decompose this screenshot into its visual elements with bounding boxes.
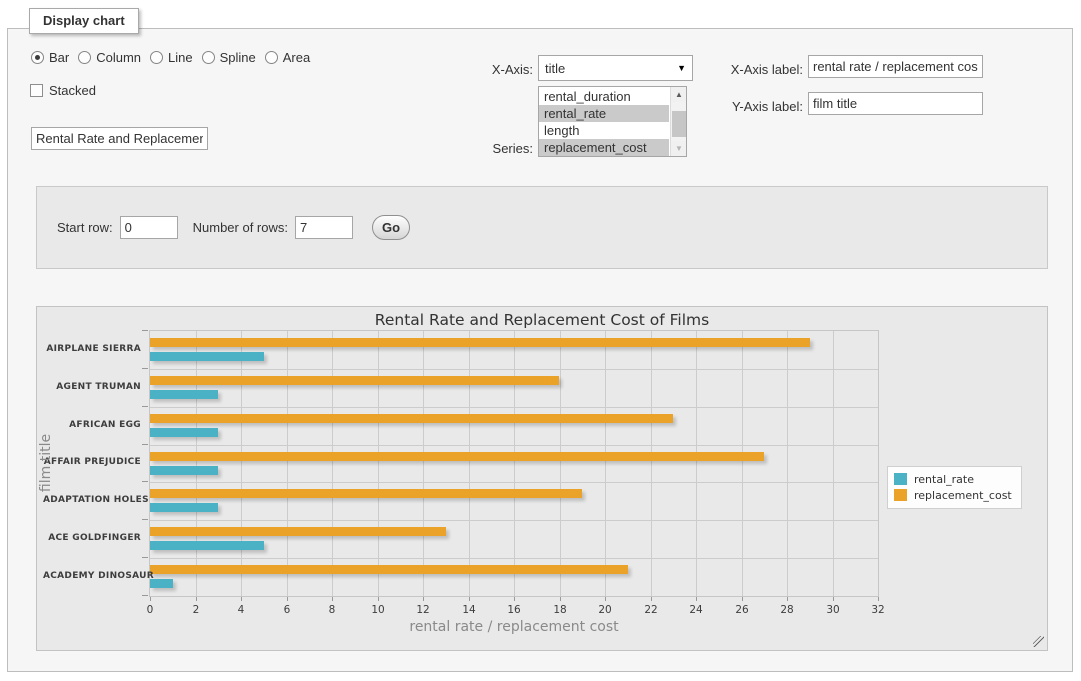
bar-rental_rate bbox=[150, 541, 264, 550]
series-option-rental_duration[interactable]: rental_duration bbox=[539, 88, 669, 105]
legend-item-replacement_cost: replacement_cost bbox=[894, 487, 1012, 503]
legend-label: rental_rate bbox=[914, 473, 974, 486]
series-listbox[interactable]: rental_durationrental_ratelengthreplacem… bbox=[538, 86, 687, 157]
bar-rental_rate bbox=[150, 466, 218, 475]
bar-replacement_cost bbox=[150, 338, 810, 347]
x-tick-label: 6 bbox=[272, 604, 302, 616]
chart-type-option-spline[interactable]: Spline bbox=[202, 50, 256, 65]
radio-icon[interactable] bbox=[150, 51, 163, 64]
panel-title: Display chart bbox=[29, 8, 139, 34]
scroll-down-icon[interactable]: ▼ bbox=[671, 141, 687, 156]
chart-type-option-label[interactable]: Bar bbox=[49, 50, 69, 65]
row-range-panel: Start row: Number of rows: Go bbox=[36, 186, 1048, 269]
chart-panel: Rental Rate and Replacement Cost of Film… bbox=[36, 306, 1048, 651]
x-tick-label: 20 bbox=[590, 604, 620, 616]
series-scrollbar[interactable]: ▲ ▼ bbox=[670, 87, 686, 156]
resize-handle-icon[interactable] bbox=[1033, 636, 1044, 647]
chart-type-option-area[interactable]: Area bbox=[265, 50, 310, 65]
display-chart-fieldset: Display chart BarColumnLineSplineArea St… bbox=[7, 28, 1073, 672]
bar-replacement_cost bbox=[150, 414, 673, 423]
x-axis-label-label: X-Axis label: bbox=[720, 62, 803, 77]
x-axis-label-input[interactable] bbox=[808, 55, 983, 78]
x-tick-label: 0 bbox=[135, 604, 165, 616]
legend-item-rental_rate: rental_rate bbox=[894, 471, 1012, 487]
category-label: ADAPTATION HOLES bbox=[43, 495, 141, 505]
x-tick-label: 8 bbox=[317, 604, 347, 616]
y-axis-label-label: Y-Axis label: bbox=[720, 99, 803, 114]
bar-rental_rate bbox=[150, 503, 218, 512]
x-axis-selected-value: title bbox=[545, 61, 677, 76]
number-of-rows-input[interactable] bbox=[295, 216, 353, 239]
stacked-checkbox[interactable] bbox=[30, 84, 43, 97]
x-tick-label: 10 bbox=[363, 604, 393, 616]
scrollbar-thumb[interactable] bbox=[672, 111, 686, 137]
bar-replacement_cost bbox=[150, 452, 764, 461]
x-axis-select[interactable]: title ▼ bbox=[538, 55, 693, 81]
radio-icon[interactable] bbox=[78, 51, 91, 64]
chart-title: Rental Rate and Replacement Cost of Film… bbox=[37, 311, 1047, 329]
chart-type-option-label[interactable]: Area bbox=[283, 50, 310, 65]
number-of-rows-label: Number of rows: bbox=[193, 220, 288, 235]
chart-type-option-column[interactable]: Column bbox=[78, 50, 141, 65]
category-label: AGENT TRUMAN bbox=[43, 382, 141, 392]
radio-icon[interactable] bbox=[202, 51, 215, 64]
chart-title-input[interactable] bbox=[31, 127, 208, 150]
x-tick-label: 2 bbox=[181, 604, 211, 616]
legend-swatch-icon bbox=[894, 473, 907, 485]
start-row-input[interactable] bbox=[120, 216, 178, 239]
x-tick-label: 14 bbox=[454, 604, 484, 616]
legend-swatch-icon bbox=[894, 489, 907, 501]
series-options: rental_durationrental_ratelengthreplacem… bbox=[539, 88, 669, 156]
chart-legend: rental_rate replacement_cost bbox=[887, 466, 1022, 509]
x-axis-select-label: X-Axis: bbox=[456, 62, 533, 77]
x-tick-label: 4 bbox=[226, 604, 256, 616]
category-label: AFRICAN EGG bbox=[43, 420, 141, 430]
chart-type-option-label[interactable]: Line bbox=[168, 50, 193, 65]
x-tick-label: 22 bbox=[636, 604, 666, 616]
chart-type-option-line[interactable]: Line bbox=[150, 50, 193, 65]
scroll-up-icon[interactable]: ▲ bbox=[671, 87, 687, 102]
chart-type-option-label[interactable]: Column bbox=[96, 50, 141, 65]
bar-rental_rate bbox=[150, 428, 218, 437]
bar-replacement_cost bbox=[150, 489, 582, 498]
x-tick-label: 26 bbox=[727, 604, 757, 616]
plot-area bbox=[149, 330, 879, 597]
bar-replacement_cost bbox=[150, 527, 446, 536]
chart-type-option-bar[interactable]: Bar bbox=[31, 50, 69, 65]
series-option-replacement_cost[interactable]: replacement_cost bbox=[539, 139, 669, 156]
x-tick-label: 18 bbox=[545, 604, 575, 616]
x-tick-label: 12 bbox=[408, 604, 438, 616]
bar-replacement_cost bbox=[150, 565, 628, 574]
stacked-option[interactable]: Stacked bbox=[30, 83, 96, 98]
chart-type-option-label[interactable]: Spline bbox=[220, 50, 256, 65]
series-select-label: Series: bbox=[456, 141, 533, 156]
go-button[interactable]: Go bbox=[372, 215, 410, 240]
x-tick-label: 28 bbox=[772, 604, 802, 616]
category-label: AFFAIR PREJUDICE bbox=[43, 457, 141, 467]
bar-rental_rate bbox=[150, 390, 218, 399]
radio-icon[interactable] bbox=[31, 51, 44, 64]
start-row-label: Start row: bbox=[57, 220, 113, 235]
x-tick-label: 30 bbox=[818, 604, 848, 616]
bar-rental_rate bbox=[150, 352, 264, 361]
x-tick-label: 16 bbox=[499, 604, 529, 616]
y-axis-label-input[interactable] bbox=[808, 92, 983, 115]
chart-type-group: Bar Column Line Spline Area bbox=[31, 50, 310, 65]
x-axis-title: rental rate / replacement cost bbox=[149, 619, 879, 635]
bar-replacement_cost bbox=[150, 376, 559, 385]
stacked-label: Stacked bbox=[49, 83, 96, 98]
x-tick-label: 32 bbox=[863, 604, 893, 616]
category-label: AIRPLANE SIERRA bbox=[43, 344, 141, 354]
dropdown-arrow-icon[interactable]: ▼ bbox=[677, 63, 686, 73]
category-label: ACADEMY DINOSAUR bbox=[43, 571, 141, 581]
radio-icon[interactable] bbox=[265, 51, 278, 64]
category-label: ACE GOLDFINGER bbox=[43, 533, 141, 543]
series-option-length[interactable]: length bbox=[539, 122, 669, 139]
legend-label: replacement_cost bbox=[914, 489, 1012, 502]
y-axis-title: film title bbox=[38, 403, 54, 523]
x-tick-label: 24 bbox=[681, 604, 711, 616]
series-option-rental_rate[interactable]: rental_rate bbox=[539, 105, 669, 122]
